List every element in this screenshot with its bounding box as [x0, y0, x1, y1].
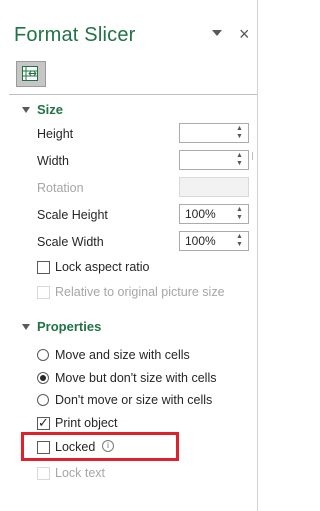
size-section-header[interactable]: Size — [37, 102, 63, 117]
scale-width-label: Scale Width — [37, 235, 104, 249]
radio-dont-move-label[interactable]: Don't move or size with cells — [55, 393, 212, 407]
scale-width-value: 100% — [185, 234, 216, 248]
spin-up-icon[interactable]: ▲ — [236, 233, 243, 241]
radio-move-no-size-label[interactable]: Move but don't size with cells — [55, 371, 217, 385]
print-object-label[interactable]: Print object — [55, 416, 118, 430]
scale-height-input[interactable]: 100% ▲ ▼ — [179, 204, 249, 224]
relative-original-label: Relative to original picture size — [55, 285, 225, 299]
check-icon: ✓ — [38, 415, 49, 430]
chevron-down-icon[interactable] — [212, 30, 222, 36]
radio-selected-dot — [40, 375, 46, 381]
radio-move-and-size-label[interactable]: Move and size with cells — [55, 348, 190, 362]
spin-up-icon[interactable]: ▲ — [236, 125, 243, 133]
spin-up-icon[interactable]: ▲ — [236, 152, 243, 160]
lock-text-checkbox — [37, 467, 50, 480]
spin-down-icon[interactable]: ▼ — [236, 160, 243, 168]
format-slicer-pane: Format Slicer × Size Height ▲ ▼ Width ▲ ▼ … — [0, 0, 258, 511]
spin-up-icon[interactable]: ▲ — [236, 206, 243, 214]
scale-height-value: 100% — [185, 207, 216, 221]
spin-down-icon[interactable]: ▼ — [236, 133, 243, 141]
properties-section-header[interactable]: Properties — [37, 319, 101, 334]
height-label: Height — [37, 127, 74, 141]
radio-dont-move[interactable] — [37, 394, 49, 406]
spin-down-icon[interactable]: ▼ — [236, 241, 243, 249]
lock-text-label: Lock text — [55, 466, 106, 480]
pane-right-border — [257, 0, 258, 511]
width-input[interactable]: ▲ ▼ — [179, 150, 249, 170]
rotation-label: Rotation — [37, 181, 84, 195]
pane-title: Format Slicer — [14, 24, 136, 46]
scrollbar[interactable] — [252, 152, 259, 160]
width-label: Width — [37, 154, 69, 168]
rotation-input — [179, 177, 249, 197]
collapse-size-icon[interactable] — [22, 107, 30, 113]
spin-down-icon[interactable]: ▼ — [236, 214, 243, 222]
lock-aspect-label[interactable]: Lock aspect ratio — [55, 260, 150, 274]
radio-move-no-size[interactable] — [37, 372, 49, 384]
lock-aspect-checkbox[interactable] — [37, 261, 50, 274]
highlight-box — [21, 432, 179, 461]
close-icon[interactable]: × — [239, 25, 250, 43]
radio-move-and-size[interactable] — [37, 349, 49, 361]
slicer-properties-icon[interactable] — [16, 61, 46, 87]
scale-width-input[interactable]: 100% ▲ ▼ — [179, 231, 249, 251]
height-input[interactable]: ▲ ▼ — [179, 123, 249, 143]
relative-original-checkbox — [37, 286, 50, 299]
scale-height-label: Scale Height — [37, 208, 108, 222]
tab-divider — [9, 94, 258, 95]
collapse-properties-icon[interactable] — [22, 324, 30, 330]
print-object-checkbox[interactable]: ✓ — [37, 415, 50, 430]
